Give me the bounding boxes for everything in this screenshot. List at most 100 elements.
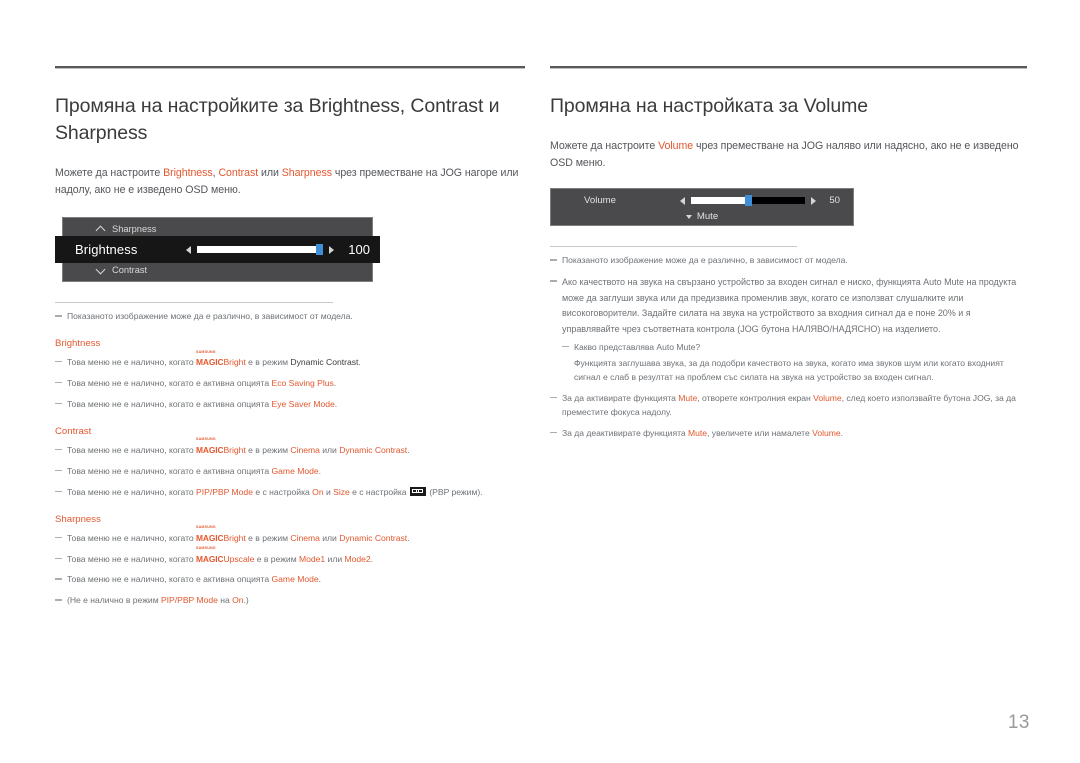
intro-accent-sharpness: Sharpness — [281, 166, 332, 179]
note-text: . — [318, 574, 321, 585]
note-accent: On — [312, 486, 324, 497]
note-text: е в режим — [245, 532, 291, 543]
brightness-slider-fill — [197, 246, 323, 254]
samsung-magic-logo: SAMSUNG MAGIC — [196, 525, 224, 546]
note-brightness-1: Това меню не е налично, когато SAMSUNG MA… — [55, 350, 525, 370]
note-accent: Eco Saving Plus — [271, 377, 334, 388]
note-text: . — [370, 553, 374, 564]
left-notes-divider — [55, 302, 333, 304]
intro-accent-brightness: Brightness — [163, 166, 213, 179]
brightness-slider[interactable]: 100 — [186, 242, 370, 257]
note-text: . — [334, 398, 338, 409]
right-note-activate: За да активирате функцията Mute, отворет… — [550, 392, 1027, 420]
note-contrast-3: Това меню не е налично, когато PIP/PBP M… — [55, 486, 525, 500]
note-accent: Game Mode — [271, 465, 319, 476]
samsung-magic-suffix: Bright — [223, 532, 246, 543]
note-text: . — [318, 465, 321, 476]
note-text: на — [217, 595, 233, 606]
note-sharpness-4: (Не е налично в режим PIP/PBP Mode на On… — [55, 594, 525, 608]
note-text: . — [840, 427, 844, 438]
left-intro-paragraph: Можете да настроите Brightness, Contrast… — [55, 165, 525, 199]
volume-slider-knob[interactable] — [744, 195, 752, 207]
osd-volume-row[interactable]: Volume 50 — [551, 192, 853, 209]
note-text: Това меню не е налично, когато е активна… — [67, 398, 272, 409]
left-section-rule — [55, 66, 525, 69]
right-notes-divider — [550, 246, 797, 248]
note-text: е в режим — [245, 357, 291, 368]
chevron-up-icon — [97, 225, 106, 234]
osd-row-brightness-label: Brightness — [75, 242, 138, 258]
osd-row-contrast[interactable]: Contrast — [62, 259, 373, 281]
osd-brightness-widget: Sharpness Brightness 100 Contrast — [55, 217, 380, 283]
right-note-model: Показаното изображение може да е различн… — [550, 254, 1027, 268]
samsung-magic-logo: SAMSUNG MAGIC — [196, 350, 224, 370]
triangle-left-icon[interactable] — [186, 245, 191, 254]
volume-value: 50 — [829, 195, 840, 207]
triangle-right-icon[interactable] — [811, 196, 816, 205]
note-accent: Mute — [688, 427, 708, 438]
right-section-rule — [550, 66, 1027, 69]
samsung-magic-top: SAMSUNG — [196, 437, 216, 442]
samsung-magic-logo: SAMSUNG MAGIC — [196, 438, 224, 458]
note-contrast-1: Това меню не е налично, когато SAMSUNG MA… — [55, 438, 525, 458]
note-accent: Size — [333, 486, 350, 497]
left-note-model: Показаното изображение може да е различн… — [55, 310, 525, 324]
volume-slider[interactable]: 50 — [680, 195, 840, 207]
note-contrast-2: Това меню не е налично, когато е активна… — [55, 465, 525, 479]
note-text: е с настройка — [252, 486, 313, 497]
note-accent: Volume — [813, 392, 842, 403]
note-accent: Volume — [812, 427, 841, 438]
samsung-magic-logo: SAMSUNG MAGIC — [196, 546, 224, 567]
osd-mute-label: Mute — [696, 211, 719, 223]
note-text: Това меню не е налично, когато — [67, 486, 197, 497]
osd-mute-row[interactable]: Mute — [551, 211, 853, 222]
note-text: е в режим — [254, 553, 299, 564]
note-text: . — [407, 444, 410, 455]
right-intro-paragraph: Можете да настроите Volume чрез преместв… — [550, 138, 1027, 172]
note-text: е с настройка — [349, 486, 409, 497]
note-text: . — [333, 377, 337, 388]
samsung-magic-main: MAGIC — [196, 553, 224, 564]
osd-row-contrast-label: Contrast — [112, 265, 148, 276]
left-column: Промяна на настройките за Brightness, Co… — [55, 66, 525, 608]
brightness-slider-track[interactable] — [197, 244, 323, 256]
right-column: Промяна на настройката за Volume Можете … — [550, 66, 1027, 441]
note-text: или — [325, 553, 345, 564]
chevron-down-icon — [685, 214, 692, 219]
note-accent: Eye Saver Mode — [271, 398, 335, 409]
brightness-slider-knob[interactable] — [316, 244, 323, 256]
right-page-title: Промяна на настройката за Volume — [550, 95, 869, 117]
volume-slider-fill — [691, 197, 748, 205]
note-text: За да активирате функцията — [562, 392, 679, 403]
note-accent: Dynamic Contrast — [339, 532, 408, 543]
note-accent: Game Mode — [271, 574, 319, 585]
volume-slider-track[interactable] — [691, 195, 805, 207]
pbp-mode-icon — [409, 486, 426, 496]
osd-row-sharpness-label: Sharpness — [112, 224, 157, 235]
note-accent: On — [232, 595, 244, 606]
note-text: (Не е налично в режим — [67, 595, 161, 606]
samsung-magic-suffix: Upscale — [223, 553, 255, 564]
note-accent: Mode1 — [298, 553, 326, 564]
osd-volume-widget: Volume 50 Mute — [550, 188, 854, 227]
right-note-deactivate: За да деактивирате функцията Mute, увели… — [550, 427, 1027, 441]
triangle-right-icon[interactable] — [329, 245, 334, 254]
samsung-magic-top: SAMSUNG — [196, 349, 216, 354]
osd-volume-label: Volume — [584, 195, 616, 207]
samsung-magic-suffix: Bright — [223, 357, 246, 368]
note-text: Това меню не е налично, когато — [67, 357, 197, 368]
subheading-sharpness: Sharpness — [55, 513, 101, 525]
intro-text-1: Можете да настроите — [550, 139, 659, 152]
note-text: . — [358, 357, 361, 368]
intro-text-1: Можете да настроите — [55, 166, 164, 179]
triangle-left-icon[interactable] — [680, 196, 685, 205]
note-text: (PBP режим). — [426, 486, 483, 497]
note-text: , отворете контролния екран — [697, 392, 814, 403]
samsung-magic-main: MAGIC — [196, 532, 224, 543]
intro-text-3: или — [258, 166, 282, 179]
samsung-magic-main: MAGIC — [196, 357, 224, 368]
note-text: Това меню не е налично, когато — [67, 553, 197, 564]
right-note-automute: Ако качеството на звука на свързано устр… — [550, 275, 1027, 337]
note-sharpness-1: Това меню не е налично, когато SAMSUNG MA… — [55, 525, 525, 546]
subheading-contrast: Contrast — [55, 425, 92, 437]
